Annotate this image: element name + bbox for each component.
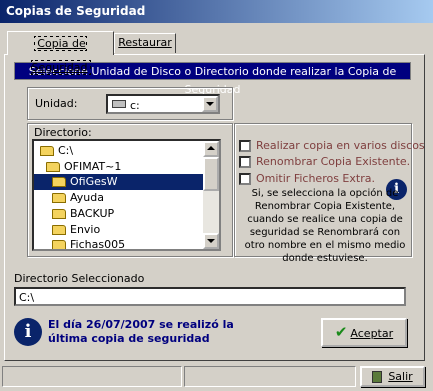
last-backup-line1: El día 26/07/2007 se realizó la [48, 318, 234, 331]
tree-item-label: BACKUP [70, 207, 115, 220]
drive-icon [112, 100, 126, 108]
skip-extra-checkbox[interactable] [239, 173, 251, 185]
unit-label: Unidad: [35, 97, 78, 110]
folder-icon [46, 162, 60, 172]
status-cell [2, 366, 182, 387]
folder-icon [52, 193, 66, 203]
tree-item-label: OfiGesW [70, 175, 118, 188]
last-backup-message: El día 26/07/2007 se realizó la última c… [48, 318, 278, 346]
tree-item-label: Ayuda [70, 191, 104, 204]
folder-icon [40, 146, 54, 156]
exit-button[interactable]: Salir [360, 366, 425, 387]
rename-label: Renombrar Copia Existente. [256, 155, 411, 168]
status-cell [184, 366, 356, 387]
chevron-up-icon [207, 146, 215, 150]
unit-value: c: [130, 99, 140, 112]
folder-open-icon [52, 177, 66, 187]
rename-checkbox[interactable] [239, 156, 251, 168]
scroll-down-button[interactable] [203, 233, 219, 249]
directory-scrollbar[interactable] [203, 141, 219, 249]
tree-item-label: Fichas005 [70, 238, 126, 251]
selected-dir-label: Directorio Seleccionado [14, 272, 145, 285]
window-title: Copias de Seguridad [0, 0, 433, 23]
door-exit-icon [372, 371, 383, 383]
tree-item[interactable]: BACKUP [52, 206, 114, 222]
tree-item[interactable]: Envio [52, 222, 100, 238]
tree-item-label: OFIMAT~1 [64, 160, 122, 173]
directory-tree[interactable]: C:\ OFIMAT~1 OfiGesW Ayuda BACKUP Envio … [32, 139, 221, 251]
tree-item[interactable]: Ayuda [52, 190, 104, 206]
check-icon: ✔ [334, 323, 348, 341]
selected-dir-field[interactable]: C:\ [14, 287, 406, 306]
multi-disk-checkbox[interactable] [239, 140, 251, 152]
tree-item[interactable]: OFIMAT~1 [46, 159, 121, 175]
chevron-down-icon [206, 102, 214, 106]
tab-copia-seguridad-label: Copia de Seguridad [30, 36, 91, 75]
accept-label: Aceptar [350, 327, 394, 340]
selected-dir-value: C:\ [19, 291, 35, 304]
unit-select[interactable]: c: [106, 94, 220, 114]
folder-icon [52, 240, 66, 249]
tree-item-selected[interactable]: OfiGesW [34, 174, 204, 190]
scroll-up-button[interactable] [203, 141, 219, 157]
folder-icon [52, 225, 66, 235]
info-icon: i [14, 318, 42, 346]
directory-label: Directorio: [34, 126, 92, 139]
tab-restaurar-label: Restaurar [118, 36, 172, 49]
accept-button[interactable]: ✔ Aceptar [321, 318, 407, 347]
tree-item-label: C:\ [58, 144, 74, 157]
multi-disk-label: Realizar copia en varios discos [256, 139, 425, 152]
unit-dropdown-button[interactable] [202, 96, 218, 112]
scroll-thumb[interactable] [203, 157, 219, 191]
tree-item[interactable]: C:\ [40, 143, 73, 159]
rename-info-text: Si, se selecciona la opción de Renombrar… [244, 188, 406, 264]
folder-icon [52, 209, 66, 219]
chevron-down-icon [207, 239, 215, 243]
tab-restaurar[interactable]: Restaurar [114, 33, 176, 53]
last-backup-line2: última copia de seguridad [48, 332, 210, 345]
tree-item-label: Envio [70, 223, 101, 236]
skip-extra-label: Omitir Ficheros Extra. [256, 172, 375, 185]
tree-item[interactable]: Fichas005 [52, 237, 126, 251]
tab-copia-seguridad[interactable]: Copia de Seguridad [7, 31, 114, 75]
exit-label: Salir [388, 370, 413, 383]
